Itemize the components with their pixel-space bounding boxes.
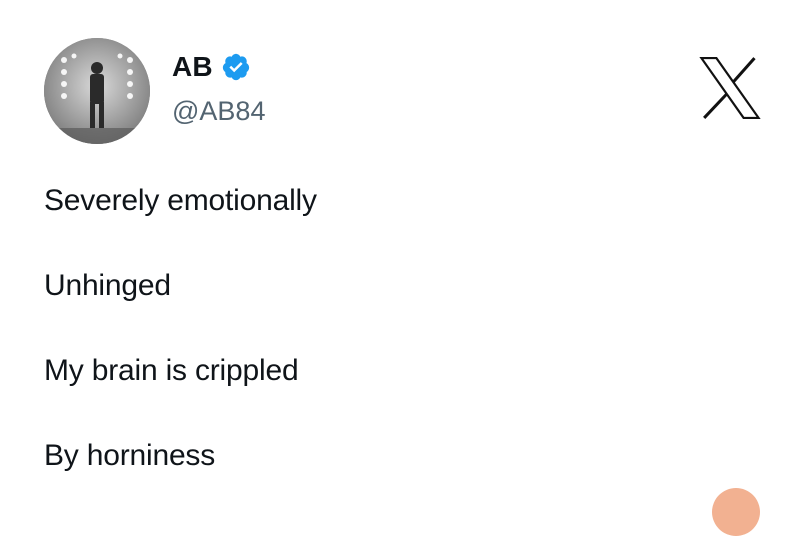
display-name[interactable]: AB <box>172 53 213 81</box>
avatar-photo <box>44 38 150 144</box>
user-handle[interactable]: @AB84 <box>172 98 265 125</box>
overlay-decoration <box>712 488 760 536</box>
verified-badge-icon <box>221 52 251 82</box>
post-text: Severely emotionally Unhinged My brain i… <box>44 184 764 472</box>
post-header: AB @AB84 <box>0 0 798 160</box>
post-line: By horniness <box>44 439 216 472</box>
avatar[interactable] <box>44 38 150 144</box>
x-logo-icon[interactable] <box>696 54 764 122</box>
name-row: AB <box>172 52 265 82</box>
post-line: My brain is crippled <box>44 354 299 387</box>
author-info: AB @AB84 <box>172 52 265 125</box>
post-line: Severely emotionally <box>44 184 317 217</box>
post-line: Unhinged <box>44 269 171 302</box>
